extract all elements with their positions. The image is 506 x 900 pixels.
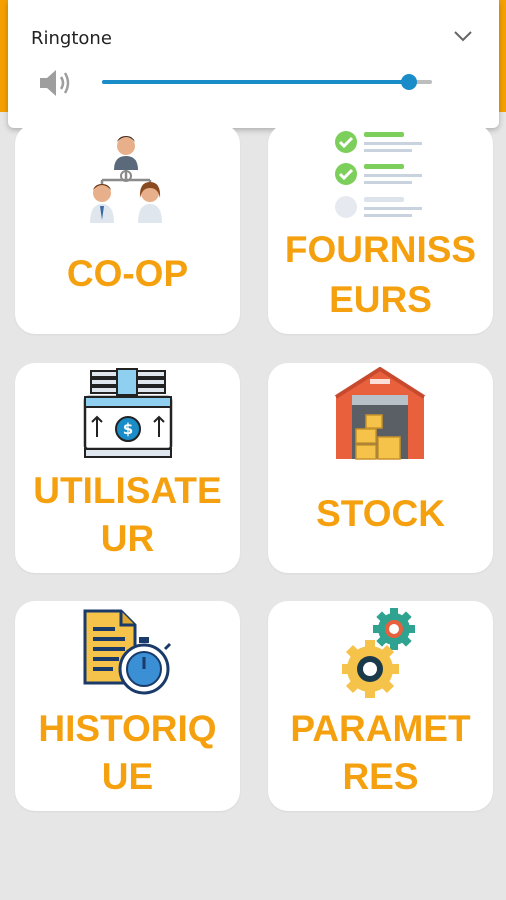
- tile-historique[interactable]: HISTORIQ UE: [15, 601, 240, 811]
- tile-label: STOCK: [316, 493, 445, 534]
- team-hierarchy-icon: [90, 136, 162, 223]
- slider-fill: [102, 80, 409, 84]
- tile-label: FOURNISS: [284, 229, 477, 270]
- volume-slider[interactable]: [102, 70, 432, 94]
- volume-stream-title: Ringtone: [31, 28, 112, 49]
- tile-label: CO-OP: [66, 253, 189, 294]
- tile-stock[interactable]: STOCK: [268, 363, 493, 573]
- tile-label-line2: RES: [342, 756, 419, 797]
- tile-parametres[interactable]: PARAMET RES: [268, 601, 493, 811]
- speaker-icon[interactable]: [36, 66, 72, 100]
- cash-register-icon: $: [83, 368, 173, 458]
- tile-label-line2: UR: [100, 518, 155, 559]
- tile-fournisseurs[interactable]: FOURNISS EURS: [268, 124, 493, 334]
- volume-panel: Ringtone: [8, 0, 499, 128]
- document-stopwatch-icon: [83, 609, 172, 695]
- tile-label-line2: UE: [101, 756, 154, 797]
- tile-label: PARAMET: [290, 708, 471, 749]
- gears-icon: [342, 608, 415, 698]
- checklist-icon: [335, 131, 422, 218]
- chevron-down-icon[interactable]: [452, 28, 474, 44]
- tile-utilisateur[interactable]: $ UTILISATE UR: [15, 363, 240, 573]
- svg-text:$: $: [123, 420, 133, 438]
- tile-label-line2: EURS: [329, 279, 432, 320]
- tile-label: HISTORIQ: [38, 708, 217, 749]
- tile-coop[interactable]: CO-OP: [15, 124, 240, 334]
- warehouse-icon: [334, 367, 426, 460]
- tile-label: UTILISATE: [33, 470, 222, 511]
- slider-thumb[interactable]: [400, 74, 417, 90]
